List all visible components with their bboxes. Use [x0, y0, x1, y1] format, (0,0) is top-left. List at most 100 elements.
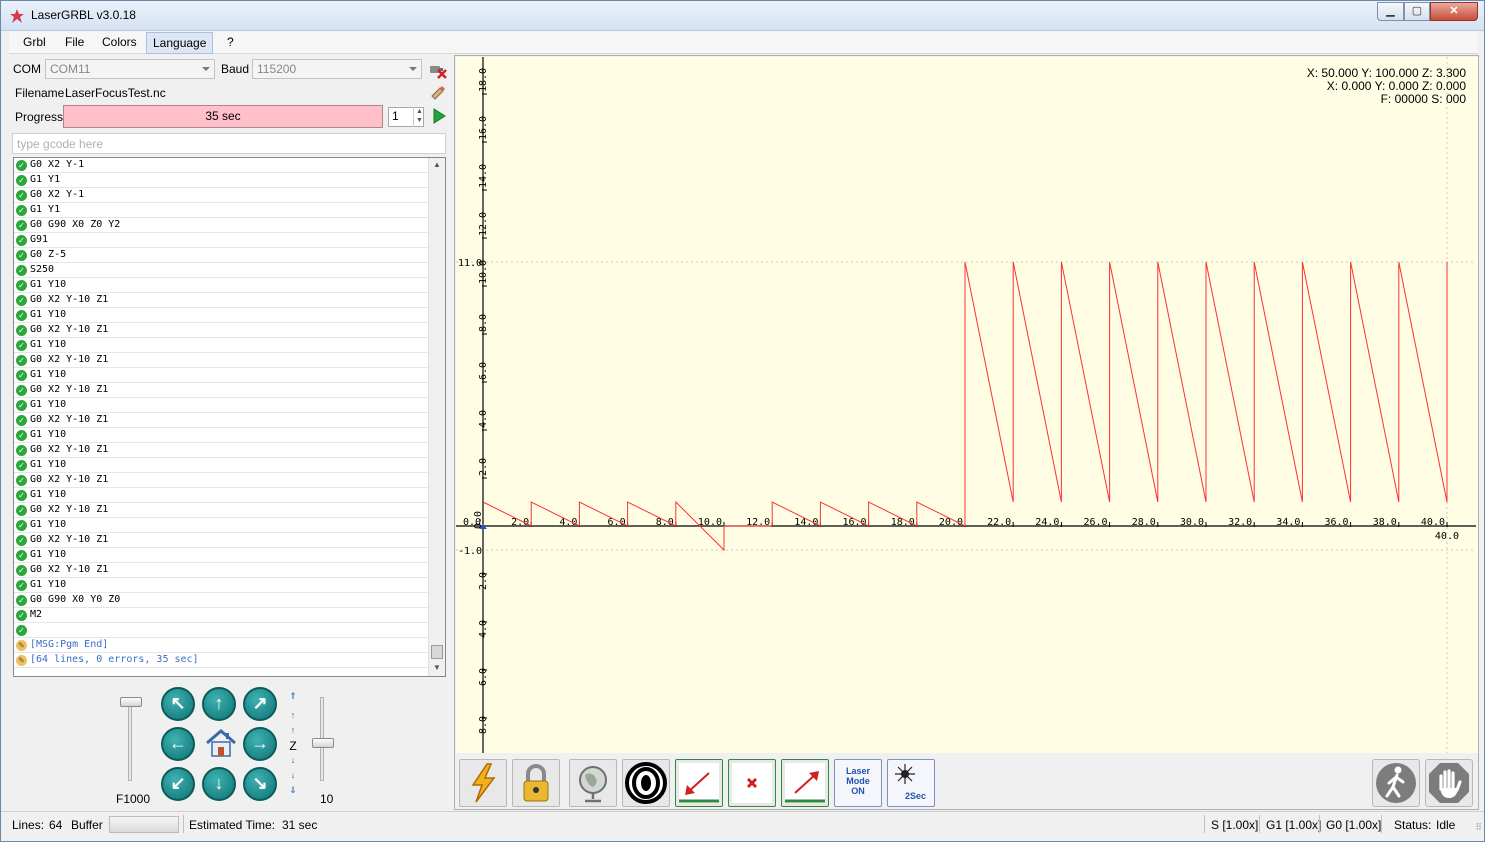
disconnect-icon[interactable]: [428, 60, 448, 80]
menu-help[interactable]: ?: [221, 35, 240, 49]
feed-slider-thumb[interactable]: [120, 697, 142, 707]
s-override[interactable]: S [1.00x]: [1211, 818, 1258, 832]
jog-n-button[interactable]: ↑: [202, 687, 236, 721]
jog-sw-button[interactable]: ↙: [161, 767, 195, 801]
scroll-thumb[interactable]: [431, 645, 443, 659]
maximize-button[interactable]: ▢: [1404, 2, 1430, 21]
log-row: ✓ G1 Y10: [14, 308, 428, 323]
log-text: G1 Y10: [30, 489, 67, 500]
check-icon: ✓: [16, 460, 27, 471]
y-extent-label: 11.0: [458, 258, 482, 269]
laser-mode-label: Laser Mode ON: [845, 766, 871, 796]
status-separator: [1259, 815, 1260, 833]
g0-override[interactable]: G0 [1.00x]: [1326, 818, 1381, 832]
log-row: ✓ G0 X2 Y-10 Z1: [14, 323, 428, 338]
coordinate-readout: X: 50.000 Y: 100.000 Z: 3.300 X: 0.000 Y…: [1307, 67, 1466, 106]
log-row: ✎ [MSG:Pgm End]: [14, 638, 428, 653]
jog-ne-button[interactable]: ↗: [243, 687, 277, 721]
log-text: G0 Z-5: [30, 249, 67, 260]
log-text: G1 Y1: [30, 204, 61, 215]
laser-fire-2sec-button[interactable]: 2Sec: [887, 759, 935, 807]
z-up-medium-icon[interactable]: ↑: [288, 711, 298, 720]
step-slider-thumb[interactable]: [312, 737, 334, 748]
z-down-small-icon[interactable]: ↓: [288, 756, 298, 765]
y-tick-label: -8.0: [478, 716, 489, 740]
log-text: G1 Y10: [30, 309, 67, 320]
scroll-down-arrow[interactable]: ▼: [433, 663, 441, 672]
jog-e-button[interactable]: →: [243, 727, 277, 761]
check-icon: ✓: [16, 400, 27, 411]
log-text: G0 G90 X0 Z0 Y2: [30, 219, 121, 230]
x-tick-label: 4.0: [559, 517, 577, 528]
check-icon: ✓: [16, 340, 27, 351]
minimize-button[interactable]: ▁: [1377, 2, 1404, 21]
log-scrollbar[interactable]: ▲ ▼: [428, 158, 445, 676]
jog-walk-button[interactable]: [1372, 759, 1420, 807]
log-row: ✓ G1 Y1: [14, 203, 428, 218]
laser-mode-button[interactable]: Laser Mode ON: [834, 759, 882, 807]
com-port-select[interactable]: COM11: [45, 59, 215, 79]
menu-grbl[interactable]: Grbl: [17, 35, 52, 49]
baud-rate-select[interactable]: 115200: [252, 59, 422, 79]
set-origin-button[interactable]: [675, 759, 723, 807]
lightning-icon: [471, 763, 496, 803]
x-extent-label: 40.0: [1435, 531, 1459, 542]
z-up-small-icon[interactable]: ↑: [288, 726, 298, 735]
open-file-icon[interactable]: [430, 84, 446, 100]
y-tick-label: 6.0: [478, 362, 489, 380]
z-up-fast-icon[interactable]: ⇑: [288, 692, 298, 701]
resize-grip-icon[interactable]: ⠿: [1475, 822, 1481, 833]
readout-feed-speed: F: 00000 S: 000: [1380, 92, 1466, 106]
log-row: ✓: [14, 623, 428, 638]
filename-value: LaserFocusTest.nc: [65, 86, 166, 100]
home-icon[interactable]: [203, 726, 239, 760]
log-row: ✓ G0 X2 Y-10 Z1: [14, 383, 428, 398]
target-eye-icon: [625, 762, 667, 804]
log-text: G0 G90 X0 Y0 Z0: [30, 594, 121, 605]
z-down-fast-icon[interactable]: ⇓: [288, 786, 298, 795]
jog-s-button[interactable]: ↓: [202, 767, 236, 801]
arrow-up-right-icon: [785, 763, 825, 803]
log-text: G1 Y10: [30, 399, 67, 410]
jog-nw-button[interactable]: ↖: [161, 687, 195, 721]
log-text: G0 X2 Y-1: [30, 159, 85, 170]
arrow-down-left-icon: [679, 763, 719, 803]
run-program-icon[interactable]: [431, 108, 447, 124]
menu-file[interactable]: File: [59, 35, 90, 49]
log-row: ✓ G0 X2 Y-10 Z1: [14, 293, 428, 308]
x-tick-label: 40.0: [1421, 517, 1445, 528]
stepper-arrows[interactable]: ▲ ▼: [413, 107, 425, 127]
log-text: G0 X2 Y-10 Z1: [30, 414, 109, 425]
log-text: G1 Y10: [30, 579, 67, 590]
x-tick-label: 6.0: [608, 517, 626, 528]
scroll-up-arrow[interactable]: ▲: [433, 160, 441, 169]
twosec-label: 2Sec: [905, 791, 927, 801]
z-down-medium-icon[interactable]: ↓: [288, 771, 298, 780]
jog-w-button[interactable]: ←: [161, 727, 195, 761]
go-to-origin-button[interactable]: [781, 759, 829, 807]
world-position-button[interactable]: [569, 759, 617, 807]
abort-button[interactable]: [1425, 759, 1473, 807]
unlock-button[interactable]: [512, 759, 560, 807]
x-tick-label: 10.0: [698, 517, 722, 528]
log-row: ✓ G0 X2 Y-1: [14, 158, 428, 173]
reset-origin-button[interactable]: [728, 759, 776, 807]
grbl-reset-button[interactable]: [459, 759, 507, 807]
menu-language[interactable]: Language: [146, 32, 214, 54]
status-value: Idle: [1436, 818, 1456, 832]
focus-button[interactable]: [622, 759, 670, 807]
log-text: G1 Y10: [30, 429, 67, 440]
gcode-command-input[interactable]: type gcode here: [12, 133, 446, 154]
log-text: G0 X2 Y-1: [30, 189, 85, 200]
menu-colors[interactable]: Colors: [96, 35, 143, 49]
jog-se-button[interactable]: ↘: [243, 767, 277, 801]
gcode-log-list: ✓ G0 X2 Y-1 ✓ G1 Y1 ✓ G0 X2 Y-1 ✓ G1 Y1 ✓ G0 G90 …: [13, 157, 446, 677]
x-tick-label: 34.0: [1276, 517, 1300, 528]
log-text: M2: [30, 609, 43, 620]
close-button[interactable]: ✕: [1430, 2, 1478, 21]
toolpath-preview[interactable]: 0.0 2.0 4.0 6.0 8.0 10.0 12.0 14.0 16.0 18.0 20.0 2…: [456, 32, 1478, 753]
x-tick-label: 32.0: [1228, 517, 1252, 528]
check-icon: ✓: [16, 610, 27, 621]
check-icon: ✓: [16, 565, 27, 576]
g1-override[interactable]: G1 [1.00x]: [1266, 818, 1321, 832]
